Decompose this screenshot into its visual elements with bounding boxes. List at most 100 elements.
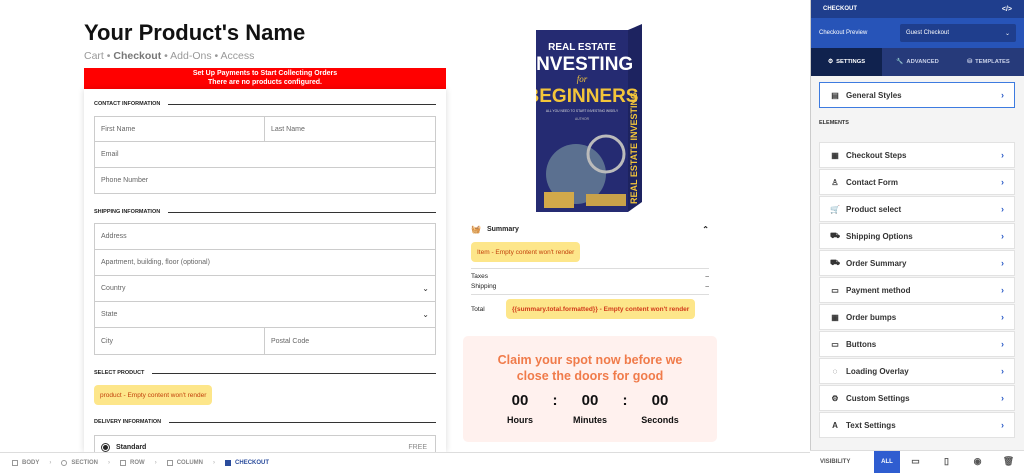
page-canvas: Your Product's Name Cart • Checkout • Ad…	[0, 0, 810, 452]
book-author: AUTHOR	[575, 117, 590, 121]
divider	[168, 103, 436, 105]
step-checkout: Checkout	[113, 50, 162, 62]
total-warning: {{summary.total.formatted}} - Empty cont…	[506, 299, 696, 319]
order-summary: 🧺 Summary ⌃ Item - Empty content won't r…	[471, 225, 711, 319]
visibility-bar: VISIBILITY ALL ▭ ▯ ◉ 🗑	[810, 450, 1024, 473]
seconds-label: Seconds	[641, 415, 679, 425]
total-label: Total	[471, 305, 485, 313]
row-icon	[120, 459, 127, 466]
summary-header[interactable]: 🧺 Summary ⌃	[471, 225, 711, 234]
element-checkout-steps[interactable]: ▦ Checkout Steps ›	[819, 142, 1015, 168]
hours-value: 00	[511, 392, 529, 409]
shipping-label: Shipping	[471, 283, 497, 290]
divider	[152, 372, 436, 374]
element-text-settings[interactable]: A Text Settings ›	[819, 412, 1015, 438]
breadcrumb-row[interactable]: ROW	[120, 459, 145, 466]
countdown-labels: Hours Minutes Seconds	[463, 415, 717, 425]
element-loading-overlay[interactable]: ◌ Loading Overlay ›	[819, 358, 1015, 384]
breadcrumb-separator: ›	[49, 459, 52, 466]
countdown-timer: Claim your spot now before we close the …	[463, 336, 717, 442]
checkout-form: CONTACT INFORMATION First Name Last Name…	[84, 89, 446, 452]
breadcrumb-section-label: SECTION	[71, 459, 99, 466]
general-styles-item[interactable]: ▤ General Styles ›	[819, 82, 1015, 108]
email-field[interactable]: Email	[94, 141, 436, 168]
book-spine: REAL ESTATE INVESTING	[629, 92, 639, 204]
element-buttons[interactable]: ▭ Buttons ›	[819, 331, 1015, 357]
product-image: REAL ESTATE INVESTING for BEGINNERS ALL …	[526, 24, 644, 214]
first-name-field[interactable]: First Name	[94, 116, 265, 142]
chevron-right-icon: ›	[1001, 312, 1004, 322]
state-select[interactable]: State ⌄	[94, 301, 436, 328]
chevron-right-icon: ›	[1001, 177, 1004, 187]
gear-icon: ⚙	[831, 393, 839, 403]
desktop-icon[interactable]: ▭	[900, 456, 931, 467]
element-label: Buttons	[846, 339, 877, 349]
countdown-digits: 00 : 00 : 00	[463, 392, 717, 409]
city-field[interactable]: City	[94, 327, 265, 355]
eye-icon[interactable]: ◉	[962, 456, 993, 467]
element-label: Checkout Steps	[846, 150, 907, 160]
breadcrumb-column-label: COLUMN	[176, 459, 204, 466]
element-product-select[interactable]: 🛒 Product select ›	[819, 196, 1015, 222]
mobile-icon[interactable]: ▯	[931, 456, 962, 467]
elements-heading: ELEMENTS	[819, 120, 849, 126]
code-icon[interactable]: </>	[1002, 6, 1012, 13]
checkout-preview-select[interactable]: Guest Checkout ⌄	[900, 24, 1016, 42]
element-contact-form[interactable]: ♙ Contact Form ›	[819, 169, 1015, 195]
element-order-summary[interactable]: ⛟ Order Summary ›	[819, 250, 1015, 276]
visibility-all-button[interactable]: ALL	[874, 450, 900, 473]
country-select[interactable]: Country ⌄	[94, 275, 436, 302]
element-custom-settings[interactable]: ⚙ Custom Settings ›	[819, 385, 1015, 411]
breadcrumb-checkout[interactable]: CHECKOUT	[225, 459, 270, 466]
divider	[471, 294, 709, 295]
chevron-right-icon: ›	[1001, 204, 1004, 214]
chevron-up-icon[interactable]: ⌃	[702, 225, 709, 234]
element-label: Order Summary	[846, 258, 907, 268]
breadcrumb-body[interactable]: BODY	[12, 459, 39, 466]
delivery-heading: DELIVERY INFORMATION	[94, 419, 436, 425]
checkout-steps: Cart • Checkout • Add-Ons • Access	[84, 50, 254, 62]
element-label: Product select	[846, 204, 902, 214]
shipping-heading: SHIPPING INFORMATION	[94, 209, 436, 215]
element-order-bumps[interactable]: ▦ Order bumps ›	[819, 304, 1015, 330]
element-label: Text Settings	[846, 420, 896, 430]
breadcrumb-column[interactable]: COLUMN	[166, 459, 204, 466]
address-field[interactable]: Address	[94, 223, 436, 250]
minutes-value: 00	[581, 392, 599, 409]
user-icon: ♙	[831, 177, 839, 187]
book-tagline: ALL YOU NEED TO START INVESTING WISELY	[546, 109, 619, 113]
alert-line-1: Set Up Payments to Start Collecting Orde…	[192, 70, 338, 77]
body-icon	[12, 459, 18, 466]
breadcrumb-row-label: ROW	[130, 459, 145, 466]
breadcrumb-separator: ›	[213, 459, 216, 466]
tab-templates[interactable]: ⛁ TEMPLATES	[953, 48, 1024, 76]
trash-icon[interactable]: 🗑	[993, 456, 1024, 467]
breadcrumb-section[interactable]: SECTION	[61, 459, 99, 466]
book-line-2: INVESTING	[536, 54, 633, 75]
postal-code-field[interactable]: Postal Code	[264, 327, 436, 355]
paint-roller-icon: ▤	[831, 90, 839, 100]
element-label: Order bumps	[846, 312, 897, 322]
taxes-value: –	[705, 273, 709, 280]
tab-settings[interactable]: ⚙ SETTINGS	[811, 48, 882, 76]
delivery-option-standard[interactable]: Standard FREE	[94, 435, 436, 452]
last-name-field[interactable]: Last Name	[264, 116, 436, 142]
shipping-heading-text: SHIPPING INFORMATION	[94, 209, 161, 215]
taxes-row: Taxes –	[471, 273, 709, 280]
chevron-down-icon: ⌄	[422, 284, 429, 293]
checkout-icon	[225, 459, 232, 466]
checkout-preview-label: Checkout Preview	[819, 30, 868, 36]
element-shipping-options[interactable]: ⛟ Shipping Options ›	[819, 223, 1015, 249]
element-payment-method[interactable]: ▭ Payment method ›	[819, 277, 1015, 303]
breadcrumb-separator: ›	[108, 459, 111, 466]
breadcrumb-checkout-label: CHECKOUT	[235, 459, 270, 466]
section-icon	[61, 459, 68, 466]
tab-advanced[interactable]: 🔧 ADVANCED	[882, 48, 953, 76]
text-icon: A	[832, 420, 838, 430]
shipping-row: Shipping –	[471, 283, 709, 290]
phone-field[interactable]: Phone Number	[94, 167, 436, 194]
radio-icon[interactable]	[101, 443, 110, 452]
address2-field[interactable]: Apartment, building, floor (optional)	[94, 249, 436, 276]
checkout-preview-value: Guest Checkout	[906, 30, 950, 36]
